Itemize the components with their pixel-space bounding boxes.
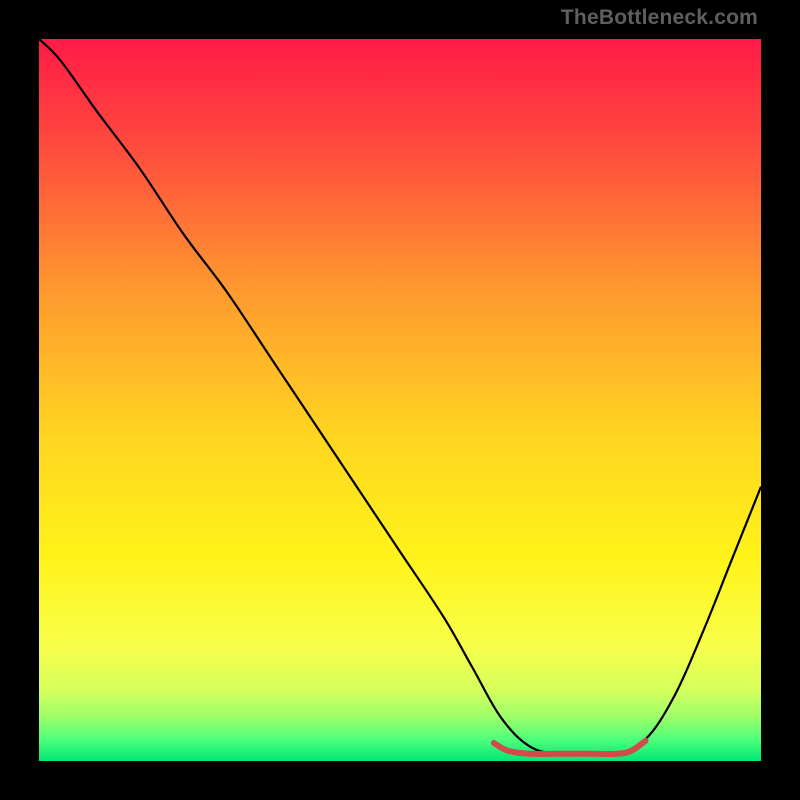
gradient-fill-rect <box>39 39 761 761</box>
bottleneck-chart <box>39 39 761 761</box>
watermark-text: TheBottleneck.com <box>561 6 758 30</box>
chart-frame <box>39 39 761 761</box>
